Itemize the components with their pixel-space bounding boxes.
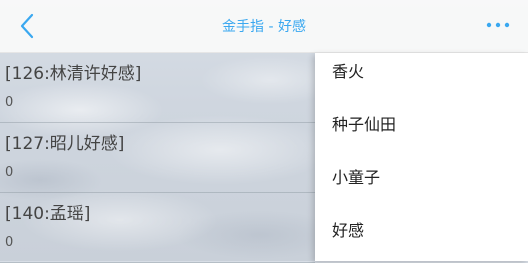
item-name: [140:孟瑶]	[5, 204, 91, 224]
menu-item-incense[interactable]: 香火	[332, 58, 364, 82]
page-title: 金手指 - 好感	[222, 19, 306, 35]
menu-item-little-child[interactable]: 小童子	[332, 164, 380, 188]
more-dots-icon	[486, 22, 510, 28]
list-item[interactable]: [126:林清许好感] 0	[0, 53, 315, 123]
cheat-list: [126:林清许好感] 0 [127:昭儿好感] 0 [140:孟瑶] 0	[0, 53, 315, 263]
list-item[interactable]: [127:昭儿好感] 0	[0, 123, 315, 193]
item-value: 0	[5, 235, 14, 250]
overflow-menu: 香火 种子仙田 小童子 好感	[315, 53, 528, 261]
item-value: 0	[5, 165, 14, 180]
menu-item-seed-field[interactable]: 种子仙田	[332, 111, 396, 135]
menu-item-affection[interactable]: 好感	[332, 217, 364, 241]
item-name: [126:林清许好感]	[5, 64, 142, 84]
list-item[interactable]: [140:孟瑶] 0	[0, 193, 315, 263]
more-options-button[interactable]	[486, 14, 510, 36]
item-name: [127:昭儿好感]	[5, 134, 125, 154]
top-app-bar: 金手指 - 好感	[0, 0, 528, 53]
item-value: 0	[5, 95, 14, 110]
